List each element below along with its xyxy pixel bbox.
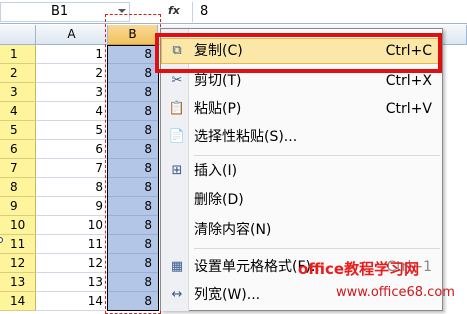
cell-a[interactable]: 12 (36, 254, 108, 273)
column-width-icon: ↔ (171, 287, 183, 302)
select-all-corner[interactable] (0, 25, 36, 45)
cell-a[interactable]: 8 (36, 178, 108, 197)
row-header[interactable]: 4 (0, 102, 36, 121)
menu-separator (194, 248, 440, 249)
row-header[interactable]: 13 (0, 273, 36, 292)
row-header[interactable]: 12 (0, 254, 36, 273)
cell-a[interactable]: 11 (36, 235, 108, 254)
row-header[interactable]: 11 (0, 235, 36, 254)
row-header[interactable]: 14 (0, 292, 36, 311)
row-header[interactable]: 8 (0, 178, 36, 197)
cell-a[interactable]: 7 (36, 159, 108, 178)
cell-a[interactable]: 2 (36, 64, 108, 83)
watermark-url: www.office68.com (336, 285, 455, 300)
cell-a[interactable]: 1 (36, 45, 108, 64)
cell-a[interactable]: 10 (36, 216, 108, 235)
menu-item-clear-contents-label: 清除内容(N) (194, 222, 272, 238)
cell-a[interactable]: 3 (36, 83, 108, 102)
menu-item-paste-special-label: 选择性粘贴(S)... (194, 129, 298, 145)
menu-item-paste-shortcut: Ctrl+V (385, 101, 432, 117)
cell-a[interactable]: 13 (36, 273, 108, 292)
row-header[interactable]: 5 (0, 121, 36, 140)
name-box-dropdown-icon[interactable] (118, 9, 126, 13)
formula-input[interactable]: 8 (200, 3, 208, 21)
watermark-logo: office教程学习网 (298, 260, 420, 278)
cell-a[interactable]: 5 (36, 121, 108, 140)
menu-item-delete-label: 删除(D) (194, 192, 244, 208)
row-header[interactable]: 3 (0, 83, 36, 102)
format-cells-icon: ▦ (170, 259, 184, 274)
cell-a[interactable]: 14 (36, 292, 108, 311)
insert-icon: ⊞ (171, 163, 183, 178)
menu-item-paste-label: 粘贴(P) (194, 101, 242, 117)
row-header[interactable]: 10 (0, 216, 36, 235)
formula-divider (192, 2, 193, 22)
cell-a[interactable]: 4 (36, 102, 108, 121)
cell-a[interactable]: 9 (36, 197, 108, 216)
copy-marquee (105, 14, 161, 314)
row-header[interactable]: 1 (0, 45, 36, 64)
function-wizard-icon[interactable]: fx (168, 4, 180, 17)
paste-special-icon: 📄 (168, 129, 186, 144)
menu-item-insert-label: 插入(I) (194, 163, 238, 179)
column-header-a[interactable]: A (36, 25, 108, 45)
row-header[interactable]: 9 (0, 197, 36, 216)
menu-separator (194, 155, 440, 156)
row-header[interactable]: 6 (0, 140, 36, 159)
row-header[interactable]: 7 (0, 159, 36, 178)
row-header[interactable]: 2 (0, 64, 36, 83)
scissors-icon: ✂ (171, 73, 183, 88)
menu-item-column-width-label: 列宽(W)... (194, 287, 261, 303)
paste-icon: 📋 (168, 101, 186, 116)
highlight-annotation-box (155, 33, 442, 73)
cell-a[interactable]: 6 (36, 140, 108, 159)
